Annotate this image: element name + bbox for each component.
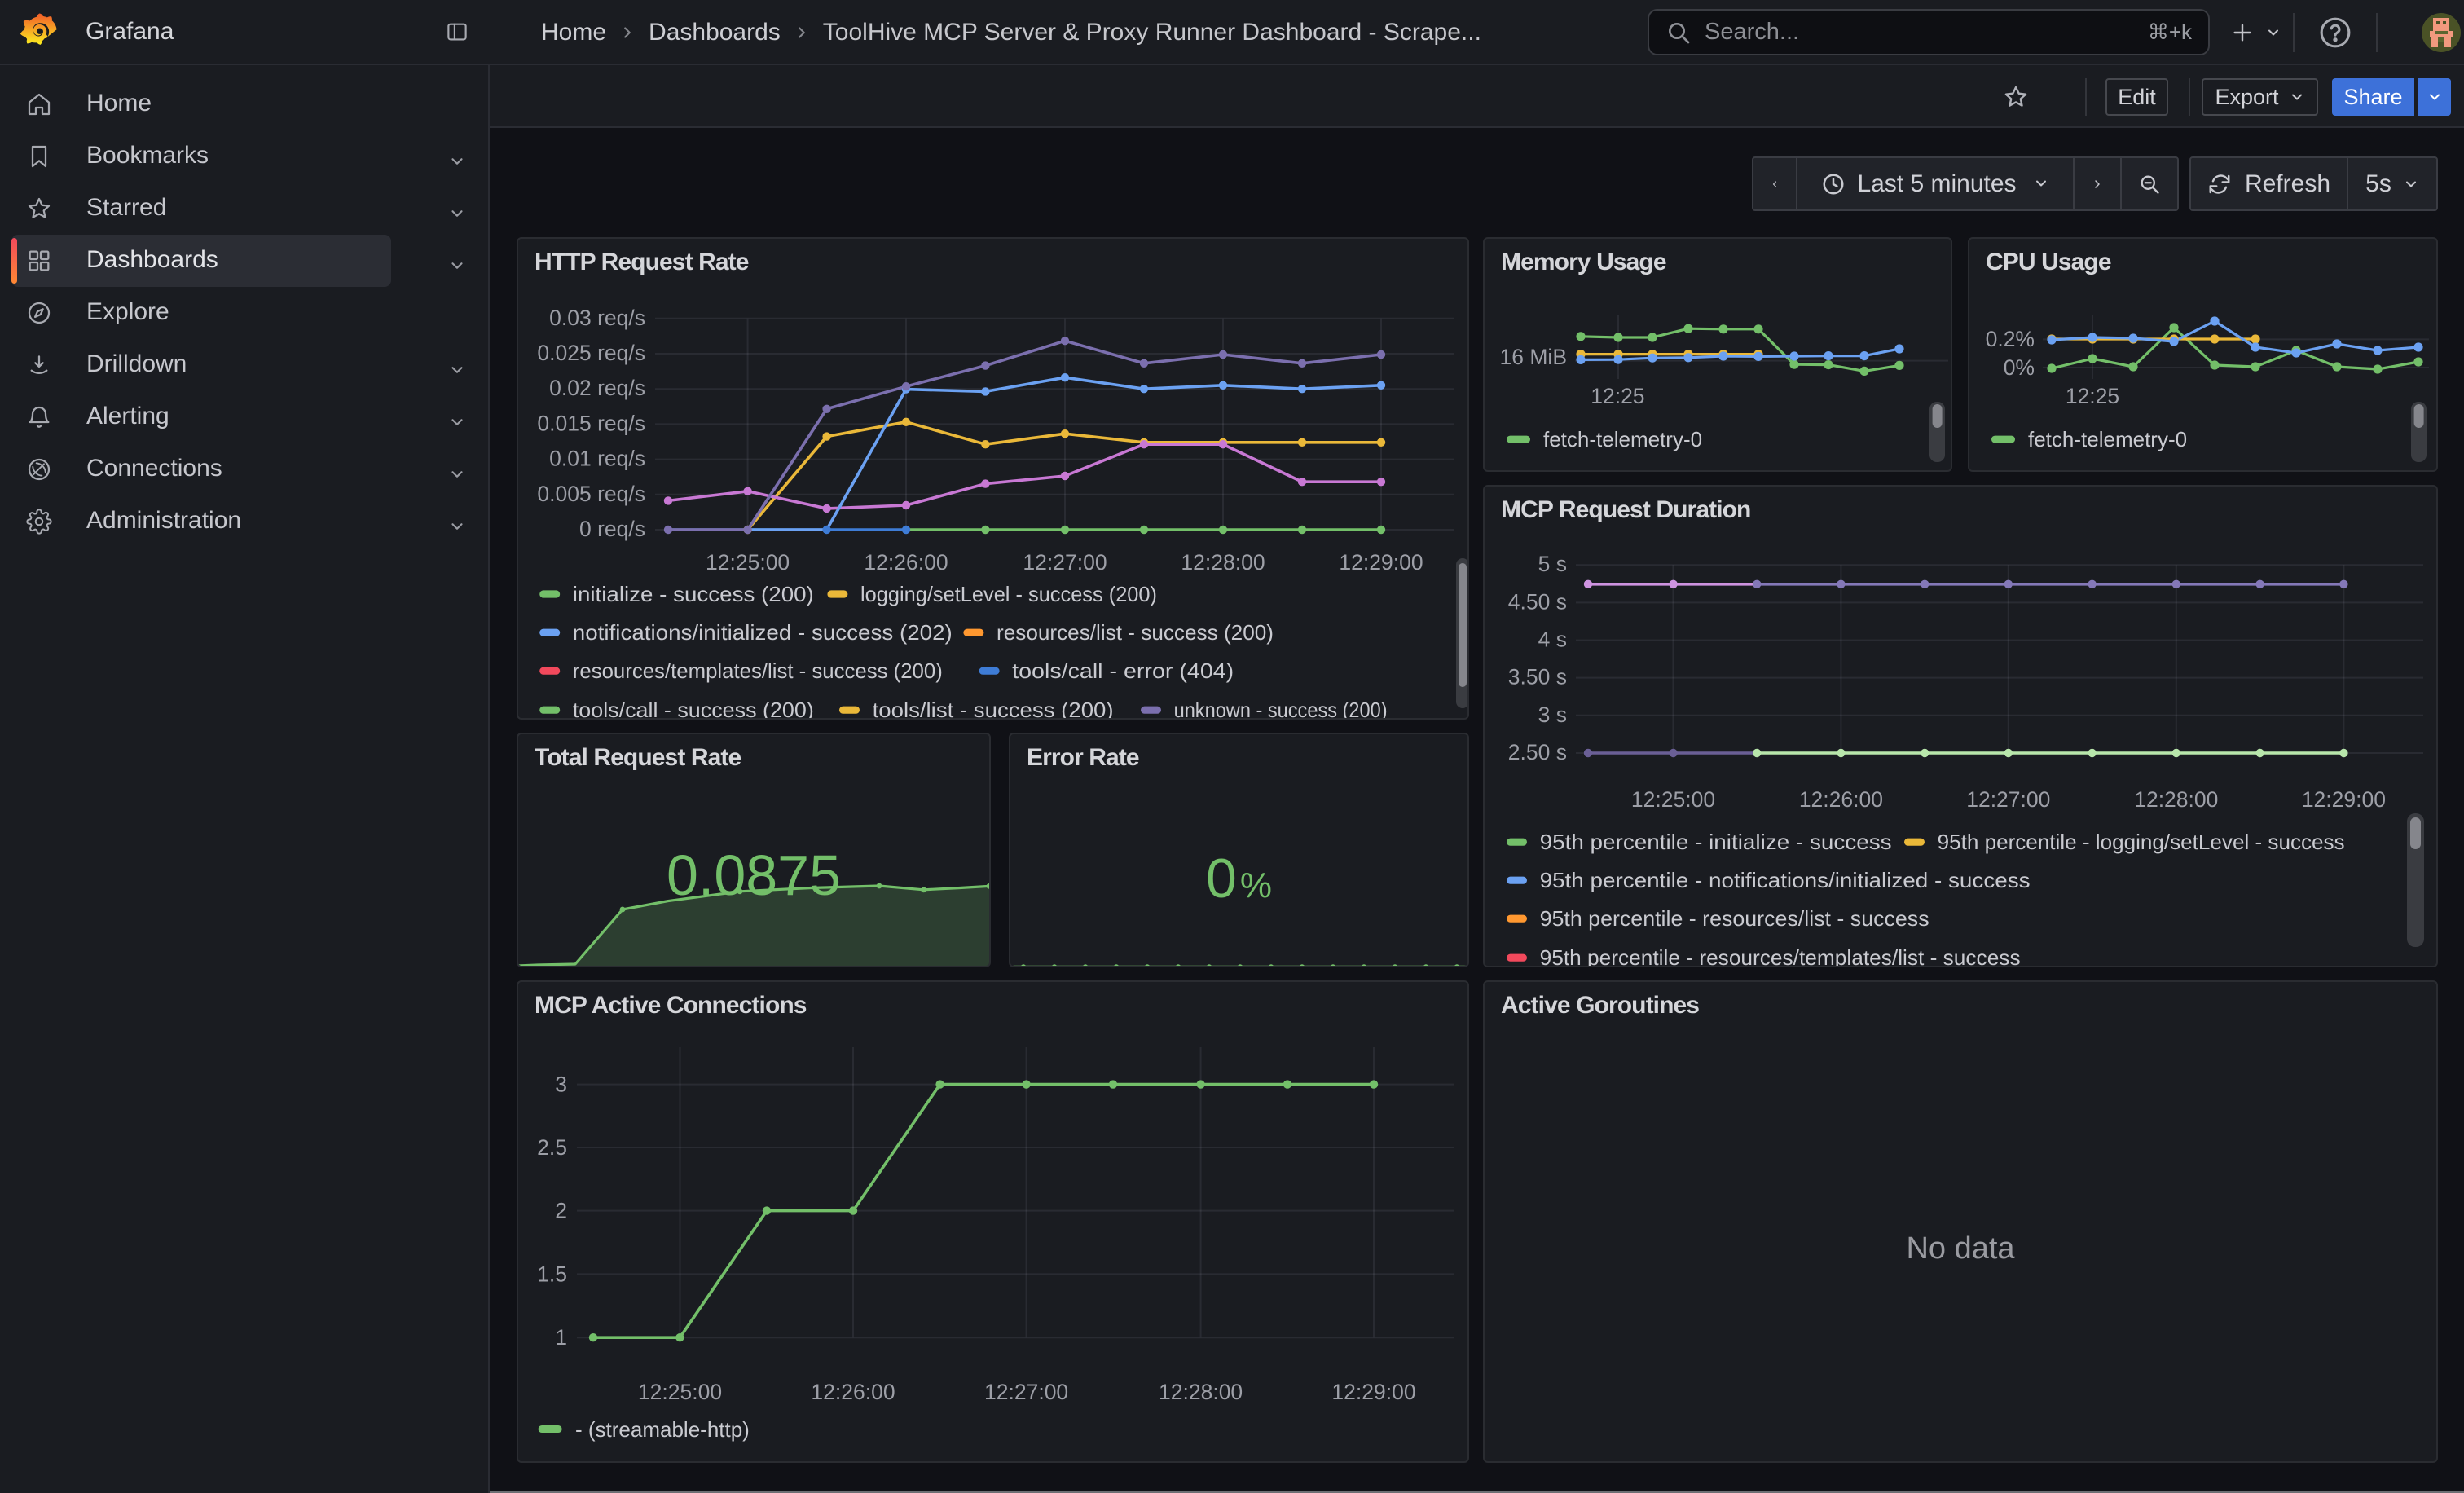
svg-text:resources/list - success (200): resources/list - success (200)	[997, 622, 1274, 645]
svg-text:12:28:00: 12:28:00	[1159, 1380, 1243, 1404]
svg-text:3: 3	[555, 1072, 567, 1097]
svg-text:12:25: 12:25	[2066, 384, 2119, 408]
svg-text:95th percentile - initialize -: 95th percentile - initialize - success	[1540, 831, 1892, 854]
svg-text:3.50 s: 3.50 s	[1508, 665, 1567, 689]
svg-text:unknown - success (200): unknown - success (200)	[1174, 699, 1388, 720]
svg-text:12:25:00: 12:25:00	[1631, 787, 1715, 812]
svg-text:95th percentile - resources/li: 95th percentile - resources/list - succe…	[1540, 908, 1929, 931]
svg-text:2.50 s: 2.50 s	[1508, 740, 1567, 764]
svg-text:12:27:00: 12:27:00	[1966, 787, 2050, 812]
svg-text:12:29:00: 12:29:00	[2302, 787, 2386, 812]
svg-text:resources/templates/list - suc: resources/templates/list - success (200)	[573, 660, 943, 683]
svg-text:0%: 0%	[2004, 355, 2035, 380]
svg-text:12:28:00: 12:28:00	[2134, 787, 2218, 812]
svg-text:12:25:00: 12:25:00	[638, 1380, 722, 1404]
svg-text:tools/list - success (200): tools/list - success (200)	[873, 699, 1114, 720]
svg-text:12:26:00: 12:26:00	[1799, 787, 1883, 812]
svg-text:1.5: 1.5	[537, 1262, 567, 1286]
svg-text:95th percentile - resources/te: 95th percentile - resources/templates/li…	[1540, 947, 2021, 967]
svg-text:tools/call - error (404): tools/call - error (404)	[1012, 660, 1234, 683]
svg-text:2: 2	[555, 1199, 567, 1223]
svg-text:initialize - success (200): initialize - success (200)	[573, 584, 814, 606]
svg-text:fetch-telemetry-0: fetch-telemetry-0	[1543, 427, 1702, 451]
svg-text:3 s: 3 s	[1538, 702, 1567, 727]
svg-text:12:27:00: 12:27:00	[984, 1380, 1068, 1404]
svg-text:fetch-telemetry-0: fetch-telemetry-0	[2028, 427, 2187, 451]
svg-text:12:26:00: 12:26:00	[811, 1380, 895, 1404]
svg-text:5 s: 5 s	[1538, 552, 1567, 576]
svg-text:- (streamable-http): - (streamable-http)	[575, 1417, 750, 1442]
svg-text:0.2%: 0.2%	[1986, 327, 2035, 351]
svg-text:12:29:00: 12:29:00	[1331, 1380, 1415, 1404]
svg-text:tools/call - success (200): tools/call - success (200)	[573, 699, 814, 720]
svg-text:2.5: 2.5	[537, 1135, 567, 1160]
svg-text:16 MiB: 16 MiB	[1500, 345, 1567, 369]
svg-text:4 s: 4 s	[1538, 628, 1567, 652]
svg-text:notifications/initialized - su: notifications/initialized - success (202…	[573, 622, 953, 645]
svg-text:4.50 s: 4.50 s	[1508, 589, 1567, 614]
svg-text:95th percentile - notification: 95th percentile - notifications/initiali…	[1540, 870, 2031, 892]
svg-text:1: 1	[555, 1325, 567, 1350]
svg-text:logging/setLevel - success (20: logging/setLevel - success (200)	[860, 584, 1157, 606]
svg-text:12:25: 12:25	[1591, 384, 1644, 408]
svg-text:95th percentile - logging/setL: 95th percentile - logging/setLevel - suc…	[1938, 831, 2345, 854]
